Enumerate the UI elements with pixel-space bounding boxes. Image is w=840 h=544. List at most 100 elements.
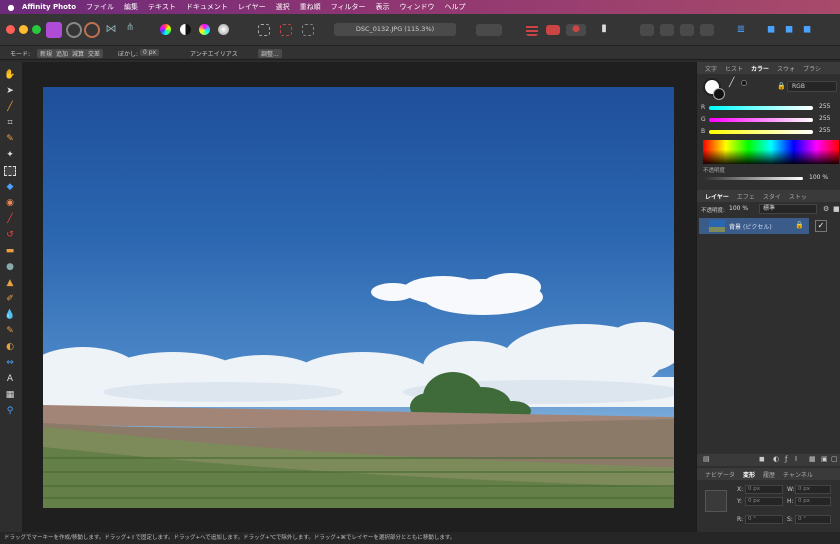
blue-value[interactable]: 255 <box>819 127 830 134</box>
tab-history[interactable]: 履歴 <box>763 470 775 479</box>
arrange-forward-icon[interactable] <box>680 24 694 36</box>
develop-persona-icon[interactable] <box>84 22 100 38</box>
layer-row[interactable]: 背景 (ピクセル) 🔒 <box>699 218 809 234</box>
tab-styles[interactable]: スタイ <box>763 192 781 201</box>
liquify-persona-icon[interactable] <box>66 22 82 38</box>
document-tab[interactable]: DSC_0132.JPG (115.3%) <box>334 23 456 36</box>
anchor-selector[interactable] <box>705 490 727 512</box>
tone-mapping-persona-icon[interactable]: ⋈ <box>103 22 119 38</box>
add-pixel-layer-icon[interactable]: ▣ <box>821 455 828 463</box>
crop-tool-icon[interactable]: ⌗ <box>4 118 16 128</box>
y-input[interactable]: 0 px <box>745 497 783 506</box>
lock-layer-icon[interactable]: ■ <box>833 205 840 213</box>
selection-brush-icon[interactable]: ✎ <box>4 134 16 144</box>
color-replacement-icon[interactable]: ↺ <box>4 230 16 240</box>
arrange-back-icon[interactable] <box>660 24 674 36</box>
red-value[interactable]: 255 <box>819 103 830 110</box>
menu-layer[interactable]: レイヤー <box>238 2 266 12</box>
tab-navigator[interactable]: ナビゲータ <box>705 470 735 479</box>
blur-brush-icon[interactable]: 💧 <box>4 310 16 320</box>
rotation-input[interactable]: 0 ° <box>745 515 783 524</box>
close-window-button[interactable] <box>6 25 15 34</box>
tab-stock[interactable]: ストッ <box>789 192 807 201</box>
zoom-window-button[interactable] <box>32 25 41 34</box>
red-eye-tool-icon[interactable]: ◐ <box>4 342 16 352</box>
menu-select[interactable]: 選択 <box>276 2 290 12</box>
secondary-color-swatch[interactable] <box>713 88 725 100</box>
tab-effects[interactable]: エフェ <box>737 192 755 201</box>
antialias-checkbox[interactable]: アンチエイリアス <box>190 49 238 58</box>
tab-brushes[interactable]: ブラシ <box>803 64 821 73</box>
color-spectrum[interactable] <box>703 140 839 164</box>
tab-character[interactable]: 文字 <box>705 64 717 73</box>
snapping-icon[interactable] <box>640 24 654 36</box>
assistant-icon[interactable]: ▮ <box>598 23 610 37</box>
h-input[interactable]: 0 px <box>795 497 831 506</box>
clone-brush-icon[interactable]: ● <box>4 262 16 272</box>
app-name-menu[interactable]: Affinity Photo <box>22 3 76 11</box>
erase-brush-icon[interactable]: ▬ <box>4 246 16 256</box>
invert-selection-icon[interactable] <box>302 24 314 36</box>
menu-view[interactable]: 表示 <box>376 2 390 12</box>
feather-input[interactable]: 0 px <box>140 49 160 56</box>
delete-layer-icon[interactable]: ▢ <box>831 455 838 463</box>
color-picker-tool-icon[interactable]: ╱ <box>4 102 16 112</box>
tab-transform[interactable]: 変形 <box>743 470 755 479</box>
w-input[interactable]: 0 px <box>795 485 831 494</box>
x-input[interactable]: 0 px <box>745 485 783 494</box>
gradient-tool-icon[interactable]: ◉ <box>4 198 16 208</box>
adjustment-layer-icon[interactable]: ◐ <box>773 455 779 463</box>
add-layer-icon[interactable]: ◼ <box>764 24 778 36</box>
menu-arrange[interactable]: 重ね順 <box>300 2 321 12</box>
swap-colors-icon[interactable] <box>741 80 747 86</box>
auto-white-balance-icon[interactable] <box>218 24 229 35</box>
tab-layers[interactable]: レイヤー <box>705 192 729 201</box>
layer-visibility-checkbox[interactable]: ✓ <box>815 220 827 232</box>
eyedropper-icon[interactable]: ╱ <box>729 78 734 88</box>
select-all-icon[interactable] <box>258 24 270 36</box>
shear-input[interactable]: 0 ° <box>795 515 831 524</box>
deselect-icon[interactable] <box>280 24 292 36</box>
mask-icon[interactable] <box>546 25 560 35</box>
inpainting-brush-icon[interactable]: ✎ <box>4 326 16 336</box>
move-tool-icon[interactable]: ➤ <box>4 86 16 96</box>
fx-icon[interactable]: ƒ <box>785 455 787 463</box>
menu-file[interactable]: ファイル <box>86 2 114 12</box>
mesh-warp-icon[interactable]: ⇔ <box>4 358 16 368</box>
paint-brush-icon[interactable]: ╱ <box>4 214 16 224</box>
minimize-window-button[interactable] <box>19 25 28 34</box>
opacity-slider[interactable] <box>705 177 803 180</box>
layer-channels-icon[interactable]: ▤ <box>703 455 710 463</box>
dodge-brush-icon[interactable]: ▲ <box>4 278 16 288</box>
layer-lock-icon[interactable]: 🔒 <box>795 221 804 229</box>
adjust-button[interactable]: 調整... <box>258 49 282 58</box>
menu-help[interactable]: ヘルプ <box>445 2 466 12</box>
brush-mode-icon[interactable]: ● <box>566 24 586 36</box>
blend-mode-select[interactable]: 標準 <box>759 204 817 214</box>
auto-contrast-icon[interactable] <box>180 24 191 35</box>
menu-edit[interactable]: 編集 <box>124 2 138 12</box>
align-icon[interactable]: ≣ <box>734 24 748 36</box>
apple-icon[interactable]: ● <box>0 3 22 12</box>
color-model-select[interactable]: RGB <box>787 81 837 92</box>
mask-layer-icon[interactable]: ◼ <box>759 455 765 463</box>
zoom-tool-icon[interactable]: ⚲ <box>4 406 16 416</box>
refine-selection-icon[interactable] <box>526 24 538 36</box>
blue-slider[interactable] <box>709 130 813 134</box>
green-slider[interactable] <box>709 118 813 122</box>
arrange-front-icon[interactable] <box>700 24 714 36</box>
lock-icon[interactable]: 🔒 <box>777 82 786 90</box>
group-icon[interactable]: ◼ <box>800 24 814 36</box>
quick-mask-icon[interactable] <box>476 24 502 36</box>
flood-select-icon[interactable]: ✦ <box>4 150 16 160</box>
tab-swatches[interactable]: スウォ <box>777 64 795 73</box>
export-persona-icon[interactable]: ⋔ <box>122 22 138 38</box>
view-tool-icon[interactable]: ✋ <box>4 70 16 80</box>
flood-fill-icon[interactable]: ◆ <box>4 182 16 192</box>
tab-histogram[interactable]: ヒスト <box>725 64 743 73</box>
photo-persona-icon[interactable] <box>46 22 62 38</box>
menu-document[interactable]: ドキュメント <box>186 2 228 12</box>
green-value[interactable]: 255 <box>819 115 830 122</box>
live-filter-icon[interactable]: I <box>795 455 797 463</box>
tab-channels[interactable]: チャンネル <box>783 470 813 479</box>
